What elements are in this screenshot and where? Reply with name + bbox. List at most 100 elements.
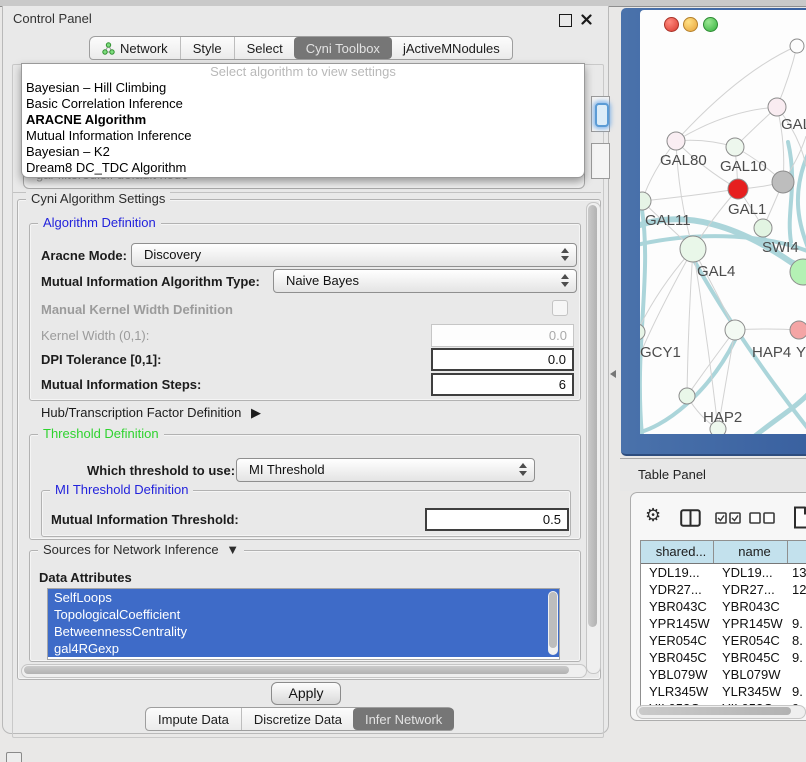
table-row[interactable]: YBR045CYBR045C9. [641,649,806,666]
apply-button[interactable]: Apply [271,682,341,705]
gear-icon[interactable]: ⚙ [645,505,661,526]
cell: YPR145W [641,615,714,632]
control-panel-titlebar: Control Panel [3,6,608,32]
new-table-icon[interactable] [793,506,806,529]
combo-focus-button[interactable] [595,103,609,127]
data-attributes-list[interactable]: SelfLoops TopologicalCoefficient Between… [47,588,560,660]
network-node-gal[interactable] [768,98,786,116]
split-columns-icon[interactable] [680,509,701,527]
tab-network-label: Network [120,41,168,56]
tab-impute-data[interactable]: Impute Data [146,708,241,730]
list-scrollbar-thumb[interactable] [549,592,557,648]
settings-horizontal-scrollbar[interactable] [21,664,587,678]
tab-select[interactable]: Select [234,37,295,59]
network-icon [102,42,115,55]
mi-threshold-field[interactable]: 0.5 [425,508,569,531]
network-node-gal1[interactable] [728,179,748,199]
tab-discretize-data[interactable]: Discretize Data [241,708,354,730]
control-panel-window: Control Panel Network Style Selec [2,6,609,734]
aracne-mode-combo[interactable]: Discovery [131,243,577,267]
network-node-gal4[interactable] [680,236,706,262]
which-threshold-combo[interactable]: MI Threshold [236,458,535,482]
float-window-icon[interactable] [559,14,572,27]
network-combo-edge[interactable] [591,143,610,179]
tab-cyni-toolbox[interactable]: Cyni Toolbox [294,37,392,59]
popup-item-mutual-information[interactable]: Mutual Information Inference [22,128,584,144]
cell: 9. [788,615,806,632]
deselect-all-checkboxes-icon[interactable] [749,512,775,524]
table-row[interactable]: YLR345WYLR345W9. [641,683,806,700]
settings-vertical-scrollbar-thumb[interactable] [588,205,597,627]
kernel-width-field[interactable]: 0.0 [431,324,574,347]
list-item-topologicalcoefficient[interactable]: TopologicalCoefficient [48,606,559,623]
column-header-shared-name[interactable]: shared... [641,541,714,563]
screen: Control Panel Network Style Selec [0,0,806,762]
node-label: GAL80 [660,152,707,169]
cell: YER054C [641,632,714,649]
network-node[interactable] [790,39,804,53]
mi-steps-field[interactable]: 6 [431,373,574,396]
table-row[interactable]: YPR145WYPR145W9. [641,615,806,632]
column-header-clipped[interactable] [788,541,806,563]
network-canvas[interactable]: GAL GAL80 GAL10 GAL1 GAL11 SWI4 GAL4 GCY… [640,36,806,434]
popup-item-aracne[interactable]: ARACNE Algorithm [22,112,584,128]
table-row[interactable]: YDR27...YDR27...12 [641,581,806,598]
network-node-salmon[interactable] [790,321,806,339]
panel-divider-collapse-arrow[interactable] [610,370,616,378]
cell [788,666,806,683]
table-row[interactable]: YER054CYER054C8. [641,632,806,649]
table-row[interactable]: YDL19...YDL19...13 [641,564,806,581]
mi-threshold-label: Mutual Information Threshold: [51,512,239,527]
threshold-definition-title: Threshold Definition [38,426,164,441]
list-scrollbar[interactable] [548,591,558,655]
network-node-hap4[interactable] [725,320,745,340]
tab-style[interactable]: Style [180,37,234,59]
minimized-panel-icon[interactable] [6,752,22,762]
expand-arrow-icon[interactable]: ▶ [251,405,261,420]
list-item-betweennesscentrality[interactable]: BetweennessCentrality [48,623,559,640]
cell: YBR045C [714,649,788,666]
select-all-checkboxes-icon[interactable] [715,512,741,524]
network-node-gal11[interactable] [640,192,651,210]
settings-vertical-scrollbar[interactable] [586,202,601,674]
network-node-hap2[interactable] [679,388,695,404]
list-item-selfloops[interactable]: SelfLoops [48,589,559,606]
dpi-tolerance-field[interactable]: 0.0 [431,348,574,371]
network-node-gal10[interactable] [726,138,744,156]
tab-jactivemnodules[interactable]: jActiveMNodules [391,37,512,59]
table-row[interactable]: YBR043CYBR043C [641,598,806,615]
manual-kernel-checkbox[interactable] [552,300,568,316]
cell: YBR045C [641,649,714,666]
table-row[interactable]: YBL079WYBL079W [641,666,806,683]
manual-kernel-label: Manual Kernel Width Definition [41,302,233,317]
cell: YER054C [714,632,788,649]
network-node-gal80[interactable] [667,132,685,150]
popup-item-basic-correlation[interactable]: Basic Correlation Inference [22,96,584,112]
cell: YDR27... [714,581,788,598]
tab-infer-network[interactable]: Infer Network [353,708,454,730]
window-title: Control Panel [13,11,92,26]
network-node-gcy1[interactable] [640,324,645,340]
table-horizontal-scrollbar[interactable] [636,705,806,719]
settings-horizontal-scrollbar-thumb[interactable] [24,666,569,674]
close-window-icon[interactable] [581,14,592,25]
list-item-gal4rgexp[interactable]: gal4RGexp [48,640,559,657]
which-threshold-value: MI Threshold [249,462,325,477]
popup-item-dream8[interactable]: Dream8 DC_TDC Algorithm [22,160,584,176]
combo-spinner-icon [561,248,569,261]
popup-item-bayesian-k2[interactable]: Bayesian – K2 [22,144,584,160]
column-header-name[interactable]: name [714,541,788,563]
collapse-arrow-icon[interactable]: ▼ [226,542,239,557]
zoom-traffic-light-icon[interactable] [703,17,718,32]
inference-algorithm-combo-edge[interactable] [591,96,610,132]
network-node-swi4[interactable] [754,219,772,237]
tab-network[interactable]: Network [90,37,180,59]
hub-definition-toggle[interactable]: Hub/Transcription Factor Definition ▶ [41,405,261,421]
network-node-gray[interactable] [772,171,794,193]
mi-type-value: Naive Bayes [286,273,359,288]
table-horizontal-scrollbar-thumb[interactable] [639,707,791,715]
mi-type-combo[interactable]: Naive Bayes [273,269,577,293]
popup-item-bayesian-hill-climbing[interactable]: Bayesian – Hill Climbing [22,80,584,96]
close-traffic-light-icon[interactable] [664,17,679,32]
minimize-traffic-light-icon[interactable] [683,17,698,32]
